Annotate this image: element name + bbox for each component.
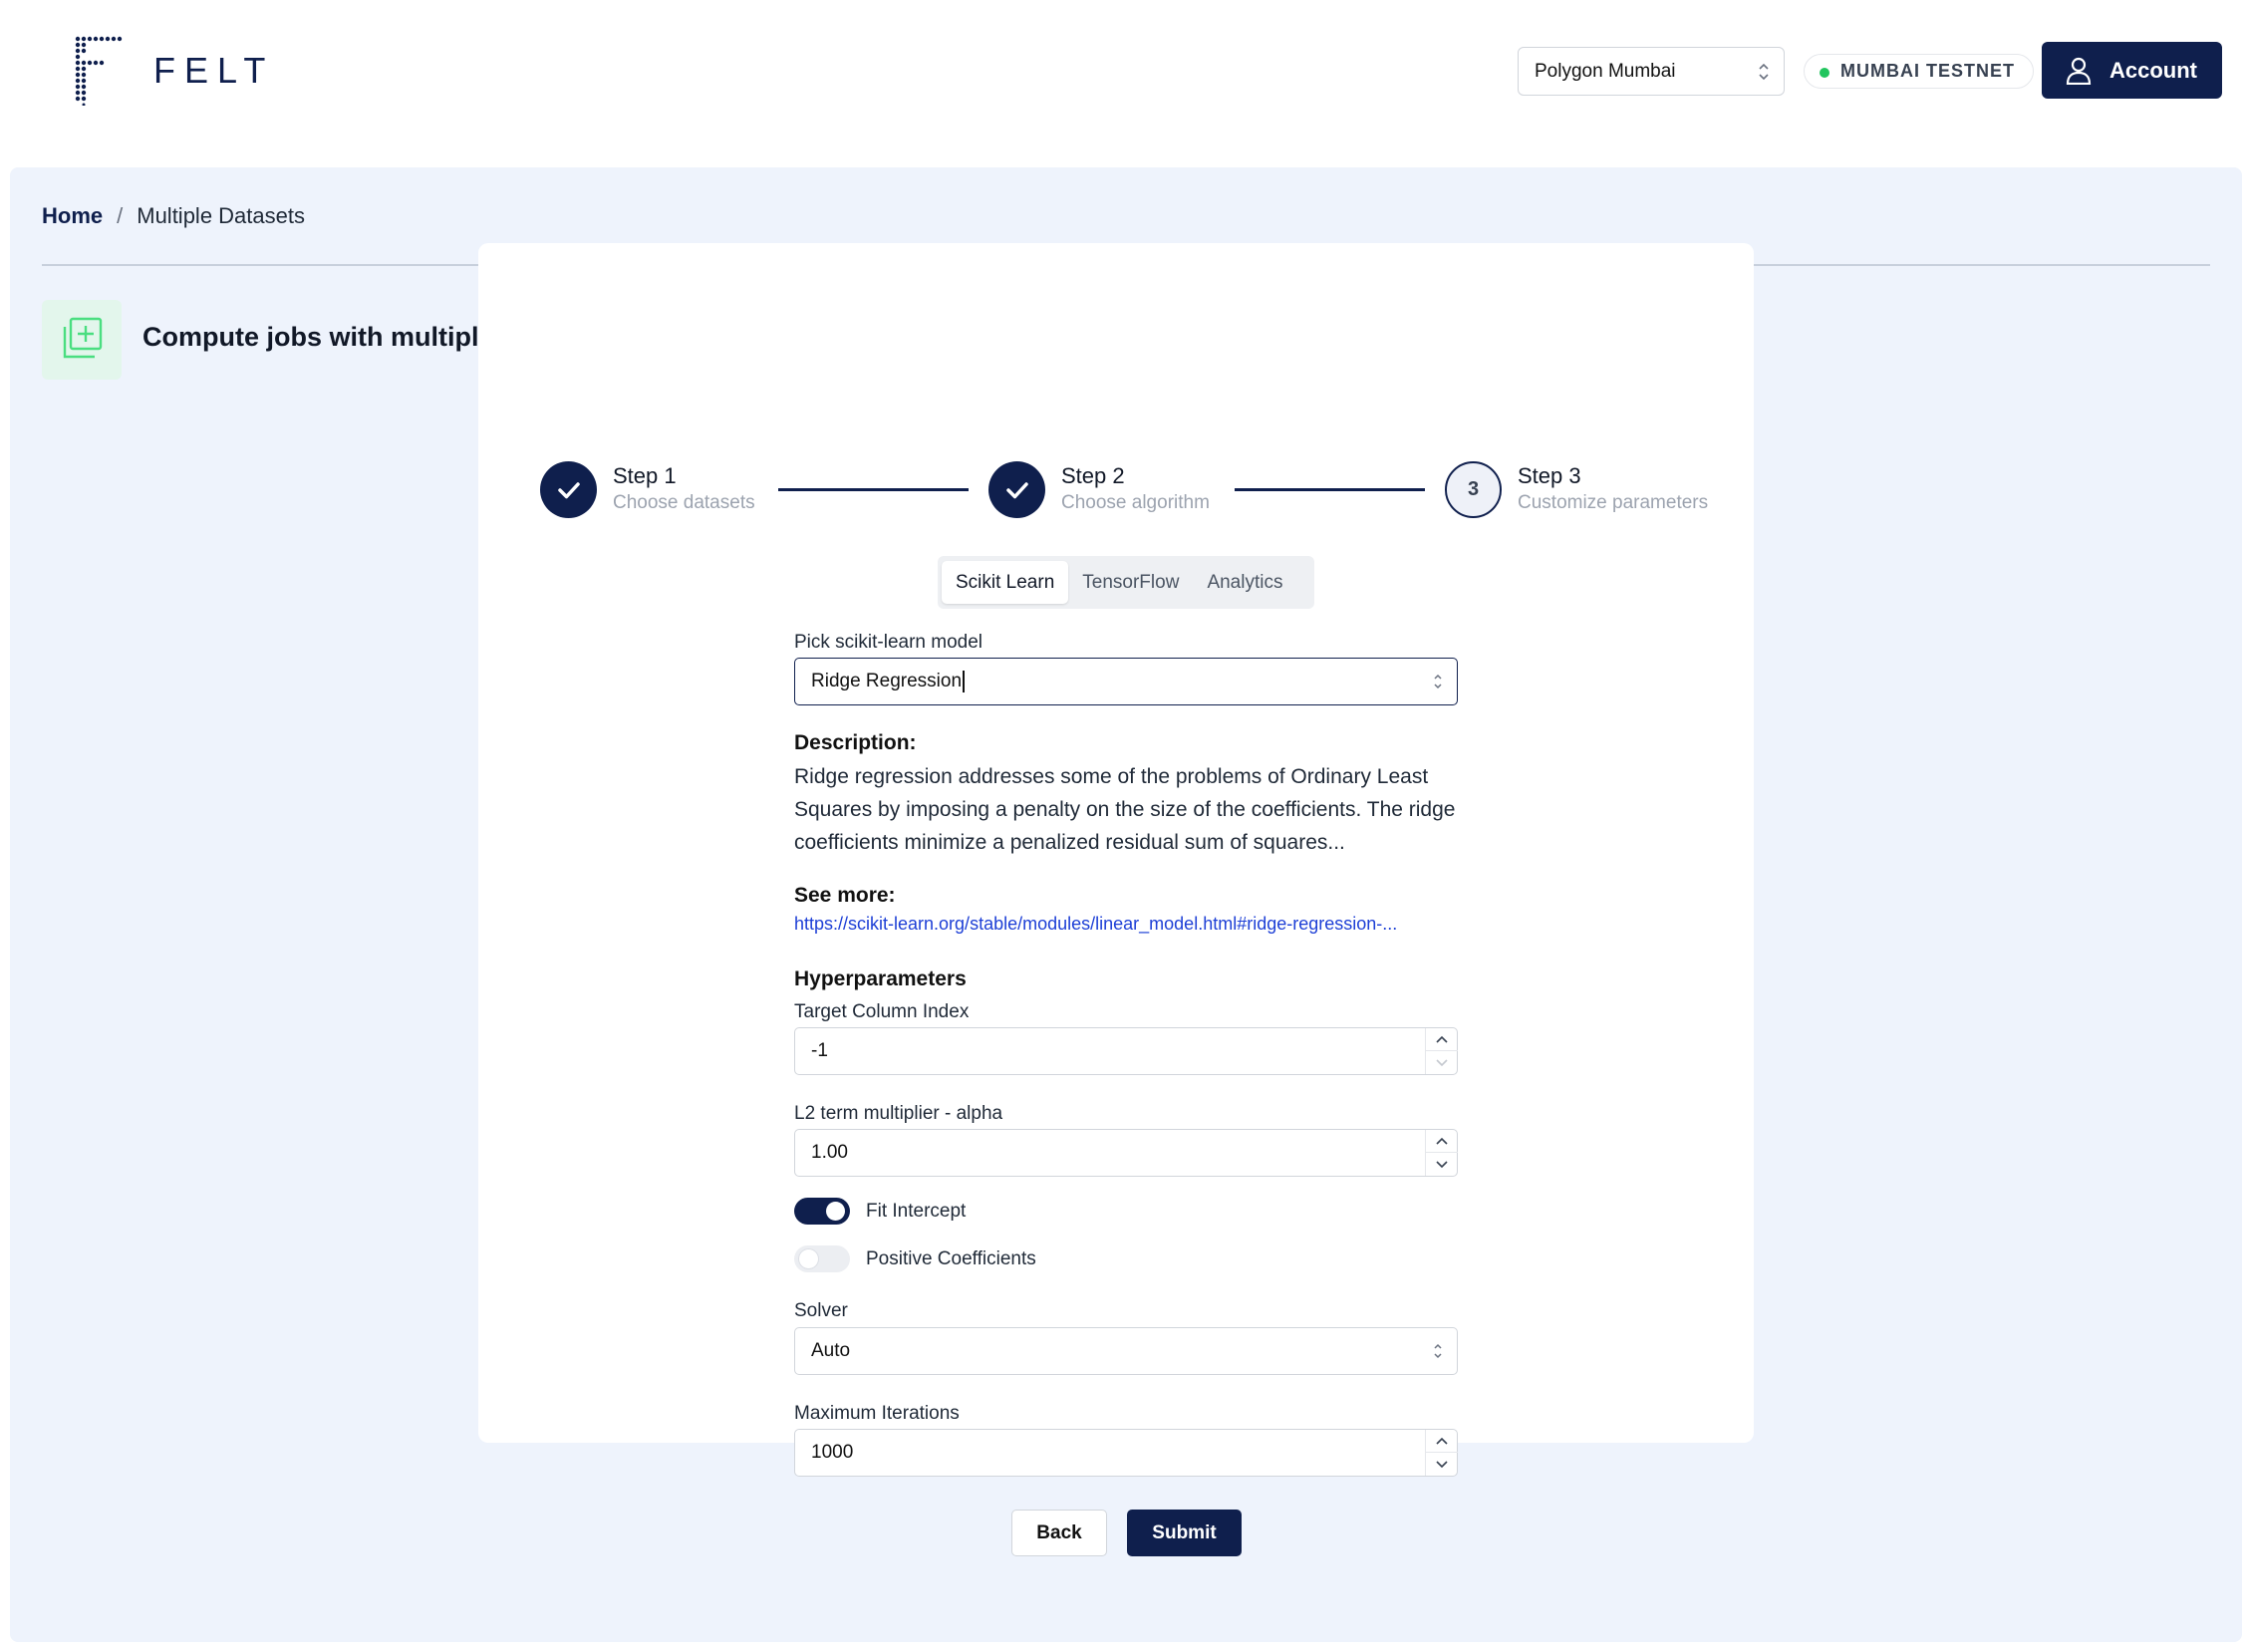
model-label: Pick scikit-learn model xyxy=(794,632,983,653)
decrement-button[interactable] xyxy=(1426,1051,1458,1074)
positive-coefficients-label: Positive Coefficients xyxy=(866,1247,1036,1269)
positive-coefficients-row: Positive Coefficients xyxy=(794,1245,1036,1272)
back-button[interactable]: Back xyxy=(1011,1510,1107,1556)
solver-select[interactable]: Auto xyxy=(794,1327,1458,1375)
status-dot-icon xyxy=(1820,68,1829,78)
chevron-down-icon xyxy=(1436,1160,1448,1168)
chevron-down-icon xyxy=(1436,1058,1448,1066)
felt-logo[interactable]: FELT xyxy=(74,36,274,106)
breadcrumb: Home / Multiple Datasets xyxy=(42,203,305,229)
number-stepper xyxy=(1425,1130,1458,1176)
network-select[interactable]: Polygon Mumbai xyxy=(1518,47,1785,96)
model-select[interactable]: Ridge Regression xyxy=(794,658,1458,705)
see-more-heading: See more: xyxy=(794,884,896,907)
fit-intercept-label: Fit Intercept xyxy=(866,1200,967,1222)
network-select-value: Polygon Mumbai xyxy=(1535,60,1676,82)
max-iterations-label: Maximum Iterations xyxy=(794,1403,960,1424)
page-icon xyxy=(42,300,122,380)
breadcrumb-home-link[interactable]: Home xyxy=(42,203,103,229)
network-status-badge: MUMBAI TESTNET xyxy=(1804,54,2034,89)
toggle-knob xyxy=(799,1249,818,1268)
increment-button[interactable] xyxy=(1426,1028,1458,1051)
decrement-button[interactable] xyxy=(1426,1153,1458,1176)
fit-intercept-row: Fit Intercept xyxy=(794,1198,966,1225)
breadcrumb-separator: / xyxy=(117,203,124,228)
chevron-up-down-icon xyxy=(1759,63,1769,81)
max-iterations-input[interactable]: 1000 xyxy=(794,1429,1458,1477)
number-stepper xyxy=(1425,1028,1458,1074)
docs-link[interactable]: https://scikit-learn.org/stable/modules/… xyxy=(794,914,1462,935)
step-2-title: Step 2 xyxy=(1061,463,1125,488)
step-3-subtitle: Customize parameters xyxy=(1518,492,1709,513)
description-text: Ridge regression addresses some of the p… xyxy=(794,765,1456,854)
step-2-subtitle: Choose algorithm xyxy=(1061,492,1210,513)
solver-select-value: Auto xyxy=(811,1340,851,1361)
hyperparameters-heading: Hyperparameters xyxy=(794,967,967,990)
step-1-complete-circle xyxy=(540,461,597,518)
chevron-up-icon xyxy=(1436,1035,1448,1043)
check-icon xyxy=(1005,481,1028,498)
step-3: 3 Step 3 Customize parameters xyxy=(1445,461,1708,518)
increment-button[interactable] xyxy=(1426,1130,1458,1153)
step-1-subtitle: Choose datasets xyxy=(613,492,755,513)
fit-intercept-toggle[interactable] xyxy=(794,1198,850,1225)
step-connector-1 xyxy=(778,488,969,491)
step-1-title: Step 1 xyxy=(613,463,677,488)
submit-button[interactable]: Submit xyxy=(1127,1510,1242,1556)
check-icon xyxy=(557,481,580,498)
text-caret xyxy=(963,671,965,692)
tab-tensorflow[interactable]: TensorFlow xyxy=(1068,561,1193,604)
top-header: FELT Polygon Mumbai MUMBAI TESTNET Accou… xyxy=(0,0,2246,167)
solver-label: Solver xyxy=(794,1300,848,1321)
target-column-label: Target Column Index xyxy=(794,1001,970,1022)
network-badge-label: MUMBAI TESTNET xyxy=(1840,61,2015,81)
increment-button[interactable] xyxy=(1426,1430,1458,1453)
alpha-input[interactable]: 1.00 xyxy=(794,1129,1458,1177)
toggle-knob xyxy=(826,1202,845,1221)
account-label: Account xyxy=(2109,57,2197,83)
target-column-value: -1 xyxy=(811,1040,828,1061)
target-column-input[interactable]: -1 xyxy=(794,1027,1458,1075)
tab-analytics[interactable]: Analytics xyxy=(1193,561,1296,604)
positive-coefficients-toggle[interactable] xyxy=(794,1245,850,1272)
chevron-up-icon xyxy=(1436,1437,1448,1445)
user-icon xyxy=(2066,57,2092,85)
account-button[interactable]: Account xyxy=(2042,42,2222,99)
logo-text: FELT xyxy=(153,50,275,91)
chevron-up-down-icon xyxy=(1434,674,1442,689)
tab-scikit-learn[interactable]: Scikit Learn xyxy=(942,561,1069,604)
alpha-value: 1.00 xyxy=(811,1142,848,1163)
framework-tabs: Scikit Learn TensorFlow Analytics xyxy=(938,556,1314,609)
decrement-button[interactable] xyxy=(1426,1453,1458,1476)
step-3-number-circle: 3 xyxy=(1445,461,1502,518)
model-select-value: Ridge Regression xyxy=(811,671,963,691)
breadcrumb-current: Multiple Datasets xyxy=(137,203,305,228)
chevron-up-icon xyxy=(1436,1137,1448,1145)
add-stack-icon xyxy=(63,317,103,359)
step-connector-2 xyxy=(1235,488,1425,491)
description-heading: Description: xyxy=(794,731,917,754)
step-2: Step 2 Choose algorithm xyxy=(988,461,1210,518)
number-stepper xyxy=(1425,1430,1458,1476)
chevron-up-down-icon xyxy=(1434,1343,1442,1359)
step-3-title: Step 3 xyxy=(1518,463,1581,488)
max-iterations-value: 1000 xyxy=(811,1442,854,1463)
step-1: Step 1 Choose datasets xyxy=(540,461,755,518)
step-2-complete-circle xyxy=(988,461,1045,518)
felt-logo-mark-icon xyxy=(75,36,123,106)
chevron-down-icon xyxy=(1436,1460,1448,1468)
alpha-label: L2 term multiplier - alpha xyxy=(794,1103,1003,1124)
